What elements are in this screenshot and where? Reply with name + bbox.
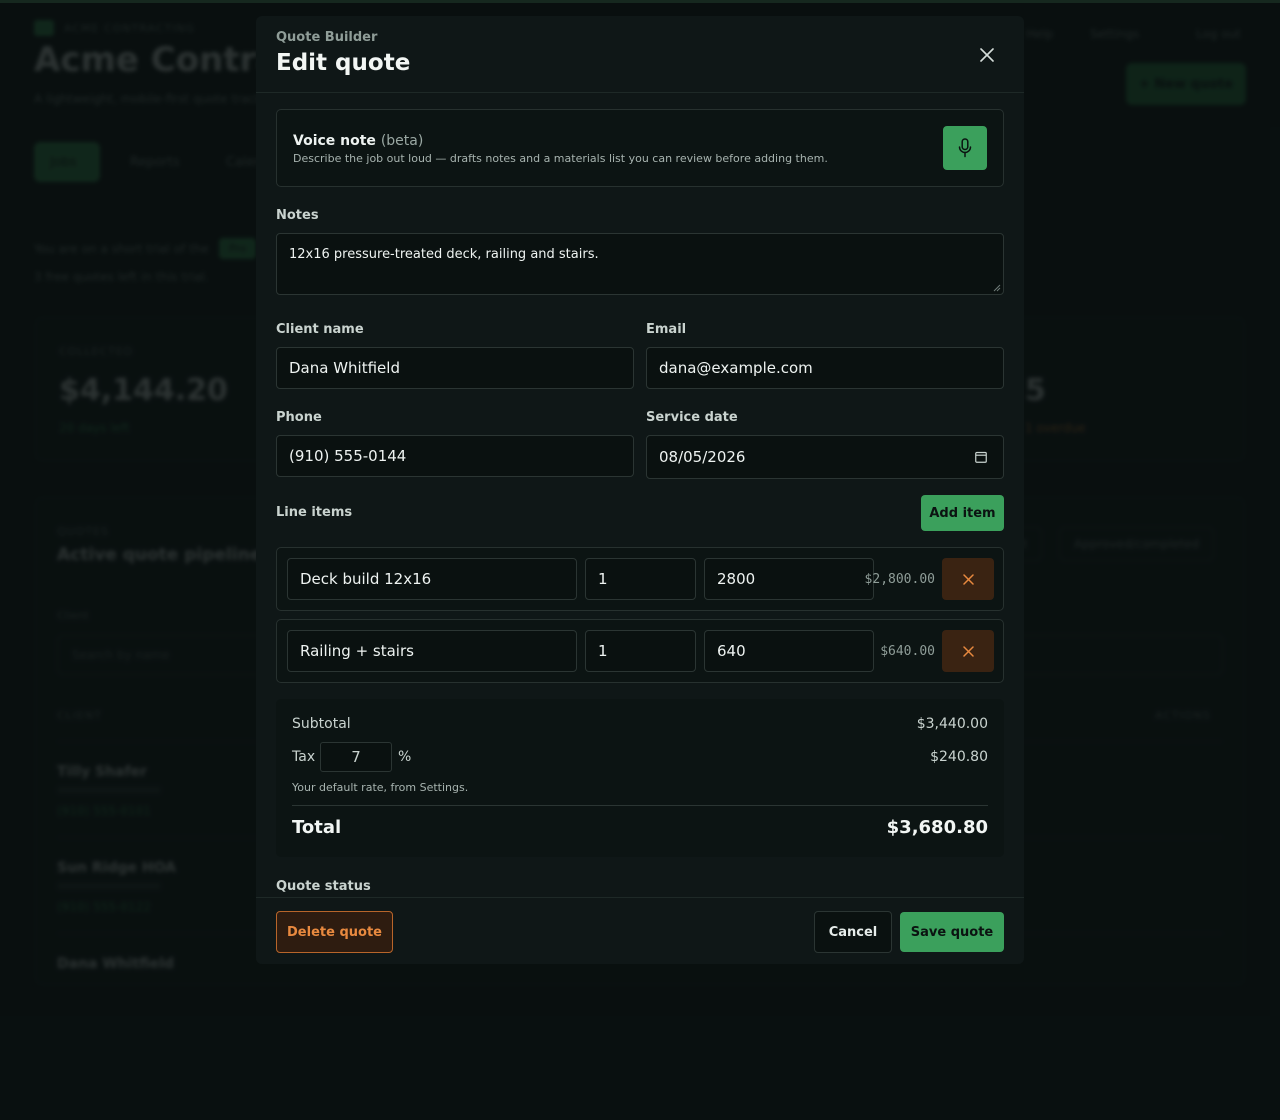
tax-percent-sign: % [398, 749, 412, 765]
notes-textarea[interactable]: 12x16 pressure-treated deck, railing and… [276, 233, 1004, 295]
line-item-amount: $640.00 [880, 643, 935, 659]
total-label: Total [292, 817, 342, 838]
notes-value: 12x16 pressure-treated deck, railing and… [289, 247, 599, 262]
modal-footer: Delete quote Cancel Save quote [256, 897, 1024, 964]
service-date-label: Service date [646, 410, 738, 425]
line-item-row: Railing + stairs 1 640 $640.00 [276, 619, 1004, 683]
client-name-input[interactable]: Dana Whitfield [276, 347, 634, 389]
total-value: $3,680.80 [886, 817, 988, 838]
tax-rate-input[interactable]: 7 [320, 742, 392, 772]
service-date-input[interactable]: 08/05/2026 [646, 435, 1004, 479]
voice-note-description: Describe the job out loud — drafts notes… [293, 152, 828, 165]
close-icon [980, 48, 994, 62]
line-items-label: Line items [276, 505, 353, 520]
delete-quote-button[interactable]: Delete quote [276, 911, 393, 953]
client-name-label: Client name [276, 322, 364, 337]
totals-panel: Subtotal $3,440.00 Tax 7 % $240.80 Your … [276, 699, 1004, 857]
add-item-button[interactable]: Add item [921, 495, 1004, 531]
totals-divider [292, 805, 988, 806]
phone-input[interactable]: (910) 555-0144 [276, 435, 634, 477]
tax-label: Tax [292, 749, 316, 765]
beta-tag: (beta) [380, 133, 424, 149]
phone-label: Phone [276, 410, 322, 425]
line-item-qty-input[interactable]: 1 [585, 558, 696, 600]
microphone-icon [958, 138, 972, 158]
email-label: Email [646, 322, 687, 337]
line-item-row: Deck build 12x16 1 2800 $2,800.00 [276, 547, 1004, 611]
resize-grip-icon[interactable] [993, 284, 1001, 292]
subtotal-value: $3,440.00 [916, 716, 988, 732]
modal-header: Quote Builder Edit quote [256, 16, 1024, 93]
modal-eyebrow: Quote Builder [276, 30, 378, 45]
modal-title: Edit quote [276, 50, 411, 76]
record-voice-button[interactable] [943, 126, 987, 170]
line-item-description-input[interactable]: Deck build 12x16 [287, 558, 577, 600]
save-quote-button[interactable]: Save quote [900, 912, 1004, 952]
x-icon [962, 645, 974, 657]
email-field[interactable]: dana@example.com [646, 347, 1004, 389]
line-item-description-input[interactable]: Railing + stairs [287, 630, 577, 672]
remove-line-item-button[interactable] [942, 630, 994, 672]
close-button[interactable] [972, 40, 1002, 70]
subtotal-label: Subtotal [292, 716, 351, 732]
cancel-button[interactable]: Cancel [814, 911, 892, 953]
line-item-qty-input[interactable]: 1 [585, 630, 696, 672]
tax-value: $240.80 [930, 749, 988, 765]
tax-hint: Your default rate, from Settings. [292, 781, 469, 794]
quote-status-label: Quote status [276, 879, 371, 894]
line-item-amount: $2,800.00 [864, 571, 935, 587]
remove-line-item-button[interactable] [942, 558, 994, 600]
calendar-icon[interactable] [975, 451, 987, 463]
notes-label: Notes [276, 208, 319, 223]
voice-note-title: Voice note (beta) [293, 133, 423, 149]
service-date-value: 08/05/2026 [659, 448, 746, 466]
voice-note-title-text: Voice note [293, 133, 376, 149]
voice-note-card: Voice note (beta) Describe the job out l… [276, 109, 1004, 187]
x-icon [962, 573, 974, 585]
edit-quote-modal: Quote Builder Edit quote Voice note (bet… [256, 16, 1024, 964]
